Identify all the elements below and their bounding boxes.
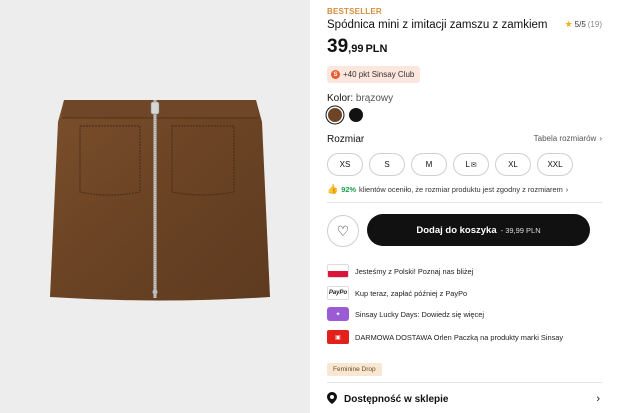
color-label: Kolor: brązowy: [327, 93, 393, 104]
size-chart-link[interactable]: Tabela rozmiarów ›: [534, 134, 602, 143]
color-swatch-brown[interactable]: [328, 108, 342, 122]
size-fit-info[interactable]: 👍 92% klientów oceniło, że rozmiar produ…: [327, 184, 568, 195]
size-option-l-label: L: [465, 160, 470, 169]
divider: [327, 202, 602, 203]
rating[interactable]: ★ 5/5 (19): [565, 19, 602, 30]
bestseller-badge: BESTSELLER: [327, 7, 382, 16]
info-row-poland[interactable]: Jesteśmy z Polski! Poznaj nas bliżej: [327, 264, 473, 278]
location-pin-icon: [327, 392, 337, 407]
product-price: 39,99 PLN: [327, 36, 387, 58]
club-label: +40 pkt Sinsay Club: [343, 70, 415, 79]
poland-flag-icon: [327, 264, 349, 278]
product-title: Spódnica mini z imitacji zamszu z zamkie…: [327, 19, 548, 31]
lucky-days-icon: ✦: [327, 307, 349, 321]
product-image-panel[interactable]: [0, 0, 310, 413]
price-decimal: ,99: [348, 43, 364, 55]
info-row-delivery[interactable]: ▣ DARMOWA DOSTAWA Orlen Paczką na produk…: [327, 330, 563, 344]
orlen-paczka-icon: ▣: [327, 330, 349, 344]
color-swatch-black[interactable]: [349, 108, 363, 122]
price-main: 39: [327, 36, 349, 57]
size-option-xs[interactable]: XS: [327, 153, 363, 176]
info-text: Kup teraz, zapłać później z PayPo: [355, 288, 468, 298]
price-currency: PLN: [365, 43, 388, 55]
size-option-xl[interactable]: XL: [495, 153, 531, 176]
add-to-cart-label: Dodaj do koszyka: [416, 224, 497, 236]
size-option-m[interactable]: M: [411, 153, 447, 176]
rating-count: (19): [587, 20, 602, 29]
rating-value: 5/5: [574, 20, 586, 29]
selected-color: brązowy: [355, 93, 394, 104]
chevron-right-icon: ›: [565, 185, 569, 194]
add-to-cart-button[interactable]: Dodaj do koszyka - 39,99 PLN: [367, 214, 590, 246]
chevron-right-icon[interactable]: ›: [596, 393, 600, 405]
club-icon: S: [331, 70, 340, 79]
info-row-paypo[interactable]: PayPo Kup teraz, zapłać później z PayPo: [327, 286, 467, 300]
info-text: DARMOWA DOSTAWA Orlen Paczką na produkty…: [355, 332, 564, 342]
heart-icon: ♡: [336, 222, 350, 239]
color-label-text: Kolor:: [327, 93, 354, 104]
product-info-panel: BESTSELLER Spódnica mini z imitacji zams…: [310, 0, 620, 413]
size-label: Rozmiar: [327, 134, 365, 145]
size-option-xxl[interactable]: XXL: [537, 153, 573, 176]
info-text: Jesteśmy z Polski! Poznaj nas bliżej: [355, 266, 474, 276]
size-option-s[interactable]: S: [369, 153, 405, 176]
fit-percent: 92%: [341, 185, 357, 194]
store-availability[interactable]: Dostępność w sklepie: [327, 392, 448, 407]
chevron-right-icon: ›: [599, 134, 602, 143]
collection-tag[interactable]: Feminine Drop: [327, 363, 382, 376]
info-text: Sinsay Lucky Days: Dowiedz się więcej: [355, 309, 484, 319]
store-availability-label: Dostępność w sklepie: [344, 394, 449, 405]
skirt-product-image[interactable]: [50, 92, 270, 304]
info-row-lucky-days[interactable]: ✦ Sinsay Lucky Days: Dowiedz się więcej: [327, 307, 484, 321]
envelope-icon: ✉: [470, 161, 477, 169]
fit-text: klientów oceniło, że rozmiar produktu je…: [359, 185, 563, 194]
size-options: XS S M L ✉ XL XXL: [327, 153, 573, 176]
paypo-logo-icon: PayPo: [327, 286, 349, 300]
star-icon: ★: [564, 19, 573, 29]
size-chart-label: Tabela rozmiarów: [533, 134, 597, 143]
divider: [327, 382, 602, 383]
wishlist-button[interactable]: ♡: [327, 215, 359, 247]
club-points-badge: S +40 pkt Sinsay Club: [327, 66, 421, 83]
add-to-cart-price: - 39,99 PLN: [500, 225, 541, 235]
thumbs-up-icon: 👍: [327, 184, 339, 194]
size-option-l[interactable]: L ✉: [453, 153, 489, 176]
